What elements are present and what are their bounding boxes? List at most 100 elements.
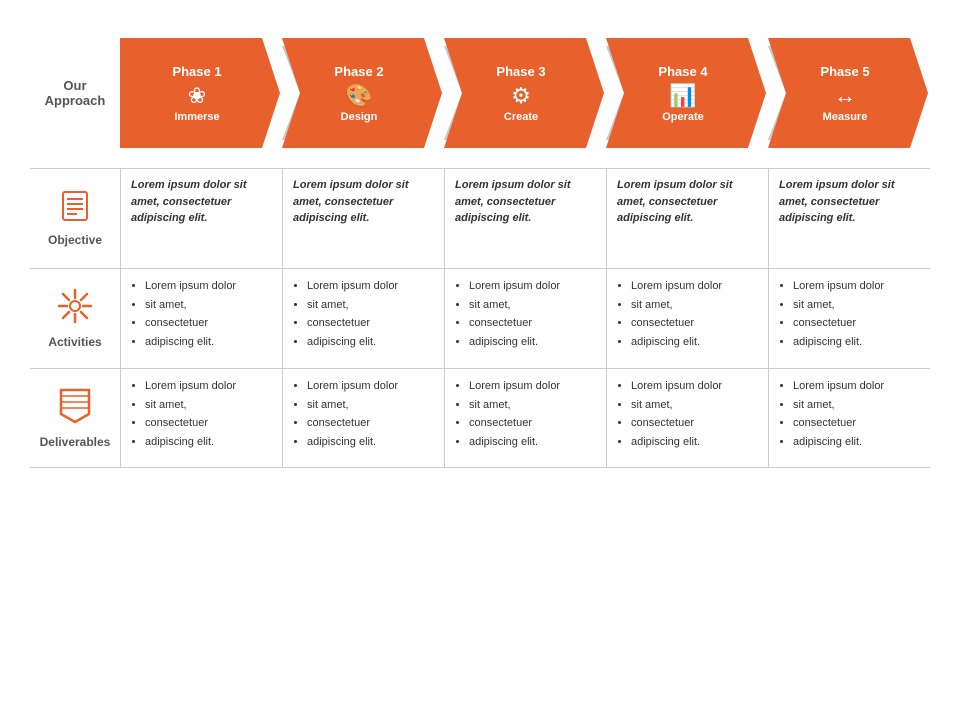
- objective-cell-1: Lorem ipsum dolor sit amet, consectetuer…: [120, 169, 282, 268]
- grid-row-objective: Objective Lorem ipsum dolor sit amet, co…: [30, 168, 930, 268]
- phase-name-4: Operate: [662, 111, 704, 123]
- objective-cells: Lorem ipsum dolor sit amet, consectetuer…: [120, 169, 930, 268]
- list-item: sit amet,: [307, 296, 436, 315]
- list-item: adipiscing elit.: [469, 333, 598, 352]
- list-item: Lorem ipsum dolor: [307, 277, 436, 296]
- list-item: adipiscing elit.: [145, 333, 274, 352]
- list-item: sit amet,: [307, 396, 436, 415]
- activities-cell-1: Lorem ipsum dolorsit amet,consectetuerad…: [120, 269, 282, 368]
- grid-row-activities: Activities Lorem ipsum dolorsit amet,con…: [30, 268, 930, 368]
- chevrons-container: Phase 1 ❀ Immerse Phase 2 🎨 Design: [120, 38, 930, 148]
- list-item: sit amet,: [631, 396, 760, 415]
- chevron-3: Phase 3 ⚙ Create: [444, 38, 604, 148]
- approach-label: OurApproach: [30, 38, 120, 148]
- list-item: adipiscing elit.: [793, 333, 922, 352]
- list-item: adipiscing elit.: [793, 433, 922, 452]
- list-item: consectetuer: [145, 314, 274, 333]
- deliverables-cell-2: Lorem ipsum dolorsit amet,consectetuerad…: [282, 369, 444, 467]
- list-item: Lorem ipsum dolor: [631, 277, 760, 296]
- phase-icon-3: ⚙: [511, 83, 531, 109]
- list-item: adipiscing elit.: [631, 333, 760, 352]
- list-item: sit amet,: [793, 296, 922, 315]
- list-item: consectetuer: [307, 314, 436, 333]
- list-item: consectetuer: [469, 414, 598, 433]
- activities-cell-2: Lorem ipsum dolorsit amet,consectetuerad…: [282, 269, 444, 368]
- grid-section: Objective Lorem ipsum dolor sit amet, co…: [30, 168, 930, 468]
- chevron-shape-2: Phase 2 🎨 Design: [282, 38, 442, 148]
- objective-cell-5: Lorem ipsum dolor sit amet, consectetuer…: [768, 169, 930, 268]
- list-item: adipiscing elit.: [469, 433, 598, 452]
- list-item: sit amet,: [145, 296, 274, 315]
- deliverables-cells: Lorem ipsum dolorsit amet,consectetuerad…: [120, 369, 930, 467]
- list-item: Lorem ipsum dolor: [145, 377, 274, 396]
- list-item: adipiscing elit.: [307, 333, 436, 352]
- phase-label-2: Phase 2: [334, 64, 383, 79]
- page: OurApproach Phase 1 ❀ Immerse Phase 2 🎨: [0, 0, 960, 720]
- list-item: sit amet,: [469, 396, 598, 415]
- list-item: sit amet,: [469, 296, 598, 315]
- phase-name-2: Design: [341, 111, 378, 123]
- row-header-deliverables: Deliverables: [30, 369, 120, 467]
- list-item: Lorem ipsum dolor: [793, 377, 922, 396]
- phase-icon-5: ↔: [834, 83, 856, 109]
- objective-cell-4: Lorem ipsum dolor sit amet, consectetuer…: [606, 169, 768, 268]
- chevron-1: Phase 1 ❀ Immerse: [120, 38, 280, 148]
- objective-cell-2: Lorem ipsum dolor sit amet, consectetuer…: [282, 169, 444, 268]
- row-header-activities: Activities: [30, 269, 120, 368]
- chevron-section: OurApproach Phase 1 ❀ Immerse Phase 2 🎨: [30, 38, 930, 148]
- list-item: Lorem ipsum dolor: [631, 377, 760, 396]
- list-item: Lorem ipsum dolor: [307, 377, 436, 396]
- deliverables-label: Deliverables: [40, 435, 111, 449]
- list-item: consectetuer: [145, 414, 274, 433]
- activities-cells: Lorem ipsum dolorsit amet,consectetuerad…: [120, 269, 930, 368]
- list-item: adipiscing elit.: [631, 433, 760, 452]
- phase-icon-4: 📊: [669, 83, 696, 109]
- activities-cell-4: Lorem ipsum dolorsit amet,consectetuerad…: [606, 269, 768, 368]
- deliverables-icon: [59, 388, 91, 431]
- phase-name-5: Measure: [823, 111, 868, 123]
- list-item: sit amet,: [793, 396, 922, 415]
- objective-icon: [59, 190, 91, 229]
- phase-icon-2: 🎨: [345, 83, 372, 109]
- chevron-5: Phase 5 ↔ Measure: [768, 38, 928, 148]
- activities-label: Activities: [48, 335, 101, 349]
- list-item: consectetuer: [793, 414, 922, 433]
- deliverables-cell-3: Lorem ipsum dolorsit amet,consectetuerad…: [444, 369, 606, 467]
- chevron-shape-1: Phase 1 ❀ Immerse: [120, 38, 280, 148]
- objective-label: Objective: [48, 233, 102, 247]
- grid-row-deliverables: Deliverables Lorem ipsum dolorsit amet,c…: [30, 368, 930, 468]
- list-item: Lorem ipsum dolor: [145, 277, 274, 296]
- phase-label-5: Phase 5: [820, 64, 869, 79]
- activities-cell-5: Lorem ipsum dolorsit amet,consectetuerad…: [768, 269, 930, 368]
- chevron-2: Phase 2 🎨 Design: [282, 38, 442, 148]
- phase-name-1: Immerse: [174, 111, 219, 123]
- deliverables-cell-4: Lorem ipsum dolorsit amet,consectetuerad…: [606, 369, 768, 467]
- phase-icon-1: ❀: [188, 83, 206, 109]
- phase-label-3: Phase 3: [496, 64, 545, 79]
- list-item: consectetuer: [631, 314, 760, 333]
- chevron-shape-5: Phase 5 ↔ Measure: [768, 38, 928, 148]
- chevron-4: Phase 4 📊 Operate: [606, 38, 766, 148]
- deliverables-cell-1: Lorem ipsum dolorsit amet,consectetuerad…: [120, 369, 282, 467]
- chevron-shape-4: Phase 4 📊 Operate: [606, 38, 766, 148]
- list-item: Lorem ipsum dolor: [793, 277, 922, 296]
- list-item: consectetuer: [307, 414, 436, 433]
- list-item: sit amet,: [631, 296, 760, 315]
- list-item: adipiscing elit.: [145, 433, 274, 452]
- phase-name-3: Create: [504, 111, 538, 123]
- list-item: consectetuer: [793, 314, 922, 333]
- deliverables-cell-5: Lorem ipsum dolorsit amet,consectetuerad…: [768, 369, 930, 467]
- chevron-shape-3: Phase 3 ⚙ Create: [444, 38, 604, 148]
- row-header-objective: Objective: [30, 169, 120, 268]
- objective-cell-3: Lorem ipsum dolor sit amet, consectetuer…: [444, 169, 606, 268]
- activities-icon: [57, 288, 93, 331]
- list-item: adipiscing elit.: [307, 433, 436, 452]
- list-item: consectetuer: [631, 414, 760, 433]
- phase-label-4: Phase 4: [658, 64, 707, 79]
- phase-label-1: Phase 1: [172, 64, 221, 79]
- list-item: Lorem ipsum dolor: [469, 277, 598, 296]
- list-item: Lorem ipsum dolor: [469, 377, 598, 396]
- list-item: sit amet,: [145, 396, 274, 415]
- activities-cell-3: Lorem ipsum dolorsit amet,consectetuerad…: [444, 269, 606, 368]
- list-item: consectetuer: [469, 314, 598, 333]
